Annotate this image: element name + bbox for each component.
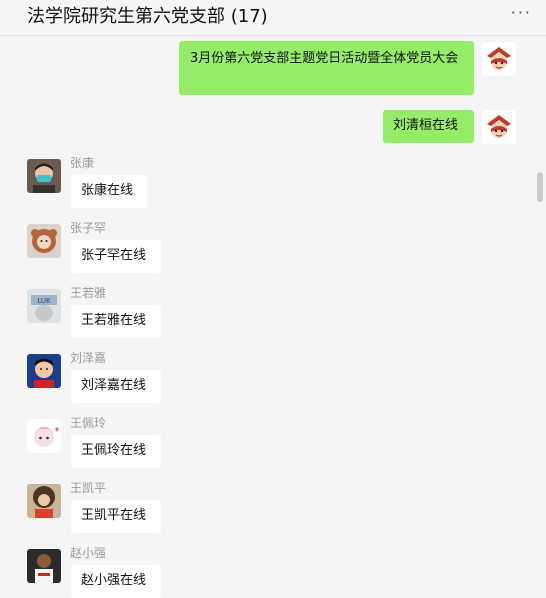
message-text: 刘清桓在线: [393, 118, 459, 133]
message-text: 张康在线: [81, 183, 134, 198]
chat-title: 法学院研究生第六党支部 (17): [27, 6, 268, 27]
outgoing-message[interactable]: 刘清桓在线: [383, 110, 474, 143]
sender-name: 赵小强: [70, 546, 107, 560]
incoming-message[interactable]: 王若雅在线: [71, 305, 161, 338]
sender-name: 王若雅: [70, 286, 107, 300]
message-list[interactable]: 3月份第六党支部主题党日活动暨全体党员大会 刘清桓在线 张康 张康在线 张子罕 …: [0, 36, 546, 598]
message-text: 张子罕在线: [81, 248, 147, 263]
sender-name: 王佩玲: [70, 416, 107, 430]
incoming-message[interactable]: 赵小强在线: [71, 565, 161, 598]
message-text: 赵小强在线: [81, 573, 147, 588]
contact-avatar-wangruoya[interactable]: LUK: [27, 289, 61, 323]
contact-avatar-wangpeiling[interactable]: [27, 419, 61, 453]
message-text: 3月份第六党支部主题党日活动暨全体党员大会: [190, 51, 459, 66]
contact-avatar-zhaoxiaoqiang[interactable]: [27, 549, 61, 583]
message-text: 王凯平在线: [81, 508, 147, 523]
chat-header: 法学院研究生第六党支部 (17) ···: [0, 0, 546, 36]
message-text: 王若雅在线: [81, 313, 147, 328]
sender-name: 张康: [70, 156, 95, 170]
incoming-message[interactable]: 王佩玲在线: [71, 435, 161, 468]
scrollbar-thumb[interactable]: [537, 172, 543, 202]
svg-text:LUK: LUK: [37, 297, 51, 305]
lion-mask-avatar-icon[interactable]: [482, 110, 516, 144]
contact-avatar-liuzejia[interactable]: [27, 354, 61, 388]
contact-avatar-zhangkang[interactable]: [27, 159, 61, 193]
incoming-message[interactable]: 张康在线: [71, 175, 147, 208]
incoming-message[interactable]: 刘泽嘉在线: [71, 370, 161, 403]
message-text: 王佩玲在线: [81, 443, 147, 458]
sender-name: 王凯平: [70, 481, 107, 495]
incoming-message[interactable]: 张子罕在线: [71, 240, 161, 273]
lion-mask-avatar-icon[interactable]: [482, 42, 516, 76]
sender-name: 张子罕: [70, 221, 107, 235]
sender-name: 刘泽嘉: [70, 351, 107, 365]
message-text: 刘泽嘉在线: [81, 378, 147, 393]
contact-avatar-wangkaiping[interactable]: [27, 484, 61, 518]
outgoing-message[interactable]: 3月份第六党支部主题党日活动暨全体党员大会: [179, 41, 474, 95]
more-options-icon[interactable]: ···: [511, 3, 532, 22]
contact-avatar-zhangzihan[interactable]: [27, 224, 61, 258]
incoming-message[interactable]: 王凯平在线: [71, 500, 161, 533]
